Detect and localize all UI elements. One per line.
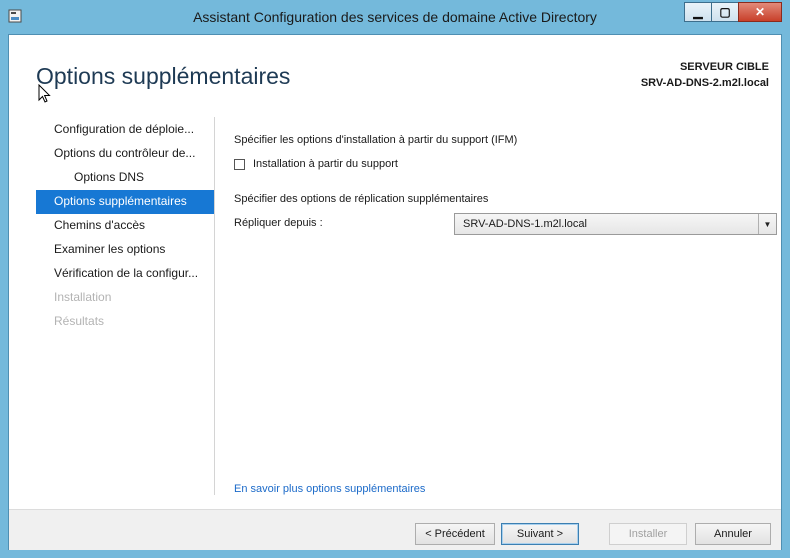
chevron-down-icon[interactable]: ▼ <box>758 214 776 234</box>
replicate-from-dropdown[interactable]: SRV-AD-DNS-1.m2l.local ▼ <box>454 213 777 235</box>
nav-item-paths[interactable]: Chemins d'accès <box>36 214 214 238</box>
wizard-window: Assistant Configuration des services de … <box>0 0 790 558</box>
wizard-nav: Configuration de déploie... Options du c… <box>36 118 214 334</box>
ifm-heading: Spécifier les options d'installation à p… <box>234 134 518 146</box>
maximize-icon: ▢ <box>719 5 731 19</box>
target-server-label: SERVEUR CIBLE <box>679 61 769 73</box>
nav-item-additional-options[interactable]: Options supplémentaires <box>36 190 214 214</box>
maximize-button[interactable]: ▢ <box>711 2 739 22</box>
nav-item-review-options[interactable]: Examiner les options <box>36 238 214 262</box>
window-title: Assistant Configuration des services de … <box>193 9 597 25</box>
minimize-icon: ▁ <box>693 5 703 19</box>
next-button[interactable]: Suivant > <box>501 523 579 545</box>
nav-item-results: Résultats <box>54 314 105 328</box>
wizard-client-area: Options supplémentaires SERVEUR CIBLE SR… <box>8 34 782 550</box>
replicate-from-value: SRV-AD-DNS-1.m2l.local <box>463 218 587 230</box>
ifm-checkbox-row[interactable]: Installation à partir du support <box>234 158 398 170</box>
close-icon: ✕ <box>754 5 766 19</box>
replication-heading: Spécifier des options de réplication sup… <box>234 193 489 205</box>
page-title: Options supplémentaires <box>36 63 291 89</box>
replicate-from-label: Répliquer depuis : <box>234 217 323 229</box>
nav-item-installation: Installation <box>54 290 112 304</box>
nav-item-dc-options[interactable]: Options du contrôleur de... <box>36 142 214 166</box>
nav-divider <box>214 117 215 495</box>
nav-item-prereq-check[interactable]: Vérification de la configur... <box>36 262 214 286</box>
nav-item-deployment-config[interactable]: Configuration de déploie... <box>36 118 214 142</box>
title-bar[interactable]: Assistant Configuration des services de … <box>0 0 790 34</box>
minimize-button[interactable]: ▁ <box>684 2 712 22</box>
ifm-checkbox-label[interactable]: Installation à partir du support <box>253 158 398 170</box>
close-button[interactable]: ✕ <box>738 2 782 22</box>
wizard-footer: < Précédent Suivant > Installer Annuler <box>9 509 781 550</box>
ifm-checkbox[interactable] <box>234 158 245 170</box>
previous-button[interactable]: < Précédent <box>415 523 495 545</box>
nav-item-dns-options[interactable]: Options DNS <box>36 166 214 190</box>
window-controls: ▁ ▢ ✕ <box>684 2 782 26</box>
target-server-value: SRV-AD-DNS-2.m2l.local <box>640 77 769 89</box>
more-options-link[interactable]: En savoir plus options supplémentaires <box>234 483 425 495</box>
install-button: Installer <box>609 523 687 545</box>
cancel-button[interactable]: Annuler <box>695 523 771 545</box>
mouse-cursor-icon <box>38 84 51 103</box>
